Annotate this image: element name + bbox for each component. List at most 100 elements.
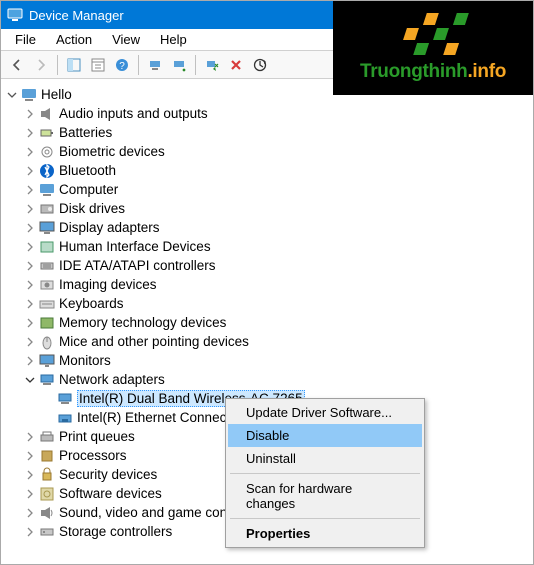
chevron-right-icon[interactable]: [23, 297, 37, 311]
tree-category[interactable]: Keyboards: [5, 294, 533, 313]
tree-category-label: Batteries: [59, 125, 112, 140]
tree-category-label: Display adapters: [59, 220, 160, 235]
context-separator: [230, 473, 420, 474]
properties-button[interactable]: [86, 54, 110, 76]
device-category-icon: [39, 334, 55, 350]
menu-help[interactable]: Help: [150, 30, 197, 49]
chevron-right-icon[interactable]: [23, 202, 37, 216]
device-category-icon: [39, 201, 55, 217]
tree-category[interactable]: Disk drives: [5, 199, 533, 218]
tree-category-label: Human Interface Devices: [59, 239, 211, 254]
chevron-right-icon[interactable]: [23, 183, 37, 197]
device-category-icon: [39, 163, 55, 179]
forward-button[interactable]: [29, 54, 53, 76]
menu-view[interactable]: View: [102, 30, 150, 49]
uninstall-button[interactable]: [224, 54, 248, 76]
tree-category-label: Processors: [59, 448, 127, 463]
menu-file[interactable]: File: [5, 30, 46, 49]
chevron-right-icon[interactable]: [23, 221, 37, 235]
scan-hardware-button[interactable]: [143, 54, 167, 76]
menu-action[interactable]: Action: [46, 30, 102, 49]
chevron-right-icon[interactable]: [23, 107, 37, 121]
device-category-icon: [39, 258, 55, 274]
chevron-right-icon[interactable]: [23, 354, 37, 368]
chevron-right-icon[interactable]: [23, 449, 37, 463]
device-category-icon: [39, 277, 55, 293]
show-hide-tree-button[interactable]: [62, 54, 86, 76]
tree-category-label: Network adapters: [59, 372, 165, 387]
scan-changes-button[interactable]: [248, 54, 272, 76]
device-category-icon: [39, 220, 55, 236]
computer-icon: [21, 87, 37, 103]
device-category-icon: [39, 429, 55, 445]
context-scan-hardware[interactable]: Scan for hardware changes: [228, 477, 422, 515]
tree-category-label: IDE ATA/ATAPI controllers: [59, 258, 216, 273]
tree-category-label: Storage controllers: [59, 524, 172, 539]
chevron-right-icon[interactable]: [23, 145, 37, 159]
context-uninstall[interactable]: Uninstall: [228, 447, 422, 470]
tree-category[interactable]: Network adapters: [5, 370, 533, 389]
chevron-down-icon[interactable]: [23, 373, 37, 387]
tree-category[interactable]: Batteries: [5, 123, 533, 142]
chevron-right-icon[interactable]: [23, 468, 37, 482]
context-separator: [230, 518, 420, 519]
chevron-right-icon[interactable]: [23, 430, 37, 444]
tree-category-label: Biometric devices: [59, 144, 165, 159]
chevron-right-icon[interactable]: [23, 487, 37, 501]
computer-icon: [7, 7, 23, 23]
tree-category[interactable]: Imaging devices: [5, 275, 533, 294]
tree-category-label: Monitors: [59, 353, 111, 368]
chevron-right-icon[interactable]: [23, 278, 37, 292]
network-adapter-icon: [57, 391, 73, 407]
toolbar-separator: [57, 55, 58, 75]
tree-device-label: Intel(R) Ethernet Connection: [77, 410, 248, 425]
tree-category-label: Memory technology devices: [59, 315, 226, 330]
chevron-right-icon[interactable]: [23, 126, 37, 140]
update-driver-button[interactable]: [167, 54, 191, 76]
tree-category-label: Mice and other pointing devices: [59, 334, 249, 349]
chevron-right-icon[interactable]: [23, 506, 37, 520]
chevron-right-icon[interactable]: [23, 316, 37, 330]
context-disable[interactable]: Disable: [228, 424, 422, 447]
device-category-icon: [39, 315, 55, 331]
device-category-icon: [39, 448, 55, 464]
chevron-down-icon[interactable]: [5, 88, 19, 102]
back-button[interactable]: [5, 54, 29, 76]
tree-category[interactable]: Human Interface Devices: [5, 237, 533, 256]
chevron-right-icon[interactable]: [23, 259, 37, 273]
tree-category[interactable]: Bluetooth: [5, 161, 533, 180]
tree-category-label: Print queues: [59, 429, 135, 444]
device-category-icon: [39, 106, 55, 122]
tree-category[interactable]: Monitors: [5, 351, 533, 370]
watermark-text-2: .info: [467, 61, 506, 82]
context-menu: Update Driver Software... Disable Uninst…: [225, 398, 425, 548]
help-button[interactable]: ?: [110, 54, 134, 76]
device-category-icon: [39, 296, 55, 312]
tree-category-label: Computer: [59, 182, 118, 197]
context-properties[interactable]: Properties: [228, 522, 422, 545]
chevron-right-icon[interactable]: [23, 164, 37, 178]
tree-category[interactable]: Mice and other pointing devices: [5, 332, 533, 351]
tree-category-label: Software devices: [59, 486, 162, 501]
chevron-right-icon[interactable]: [23, 335, 37, 349]
tree-category[interactable]: Memory technology devices: [5, 313, 533, 332]
device-category-icon: [39, 144, 55, 160]
watermark-logo: Truongthinh.info: [333, 1, 533, 95]
device-category-icon: [39, 125, 55, 141]
tree-category-label: Bluetooth: [59, 163, 116, 178]
chevron-right-icon[interactable]: [23, 525, 37, 539]
tree-category[interactable]: Audio inputs and outputs: [5, 104, 533, 123]
tree-category[interactable]: Biometric devices: [5, 142, 533, 161]
tree-category[interactable]: Display adapters: [5, 218, 533, 237]
tree-category-label: Disk drives: [59, 201, 125, 216]
svg-text:?: ?: [119, 61, 125, 72]
tree-category[interactable]: Computer: [5, 180, 533, 199]
enable-button[interactable]: [200, 54, 224, 76]
tree-category[interactable]: IDE ATA/ATAPI controllers: [5, 256, 533, 275]
chevron-right-icon[interactable]: [23, 240, 37, 254]
toolbar-separator: [138, 55, 139, 75]
tree-category-label: Keyboards: [59, 296, 124, 311]
context-update-driver[interactable]: Update Driver Software...: [228, 401, 422, 424]
device-category-icon: [39, 239, 55, 255]
tree-category-label: Imaging devices: [59, 277, 157, 292]
